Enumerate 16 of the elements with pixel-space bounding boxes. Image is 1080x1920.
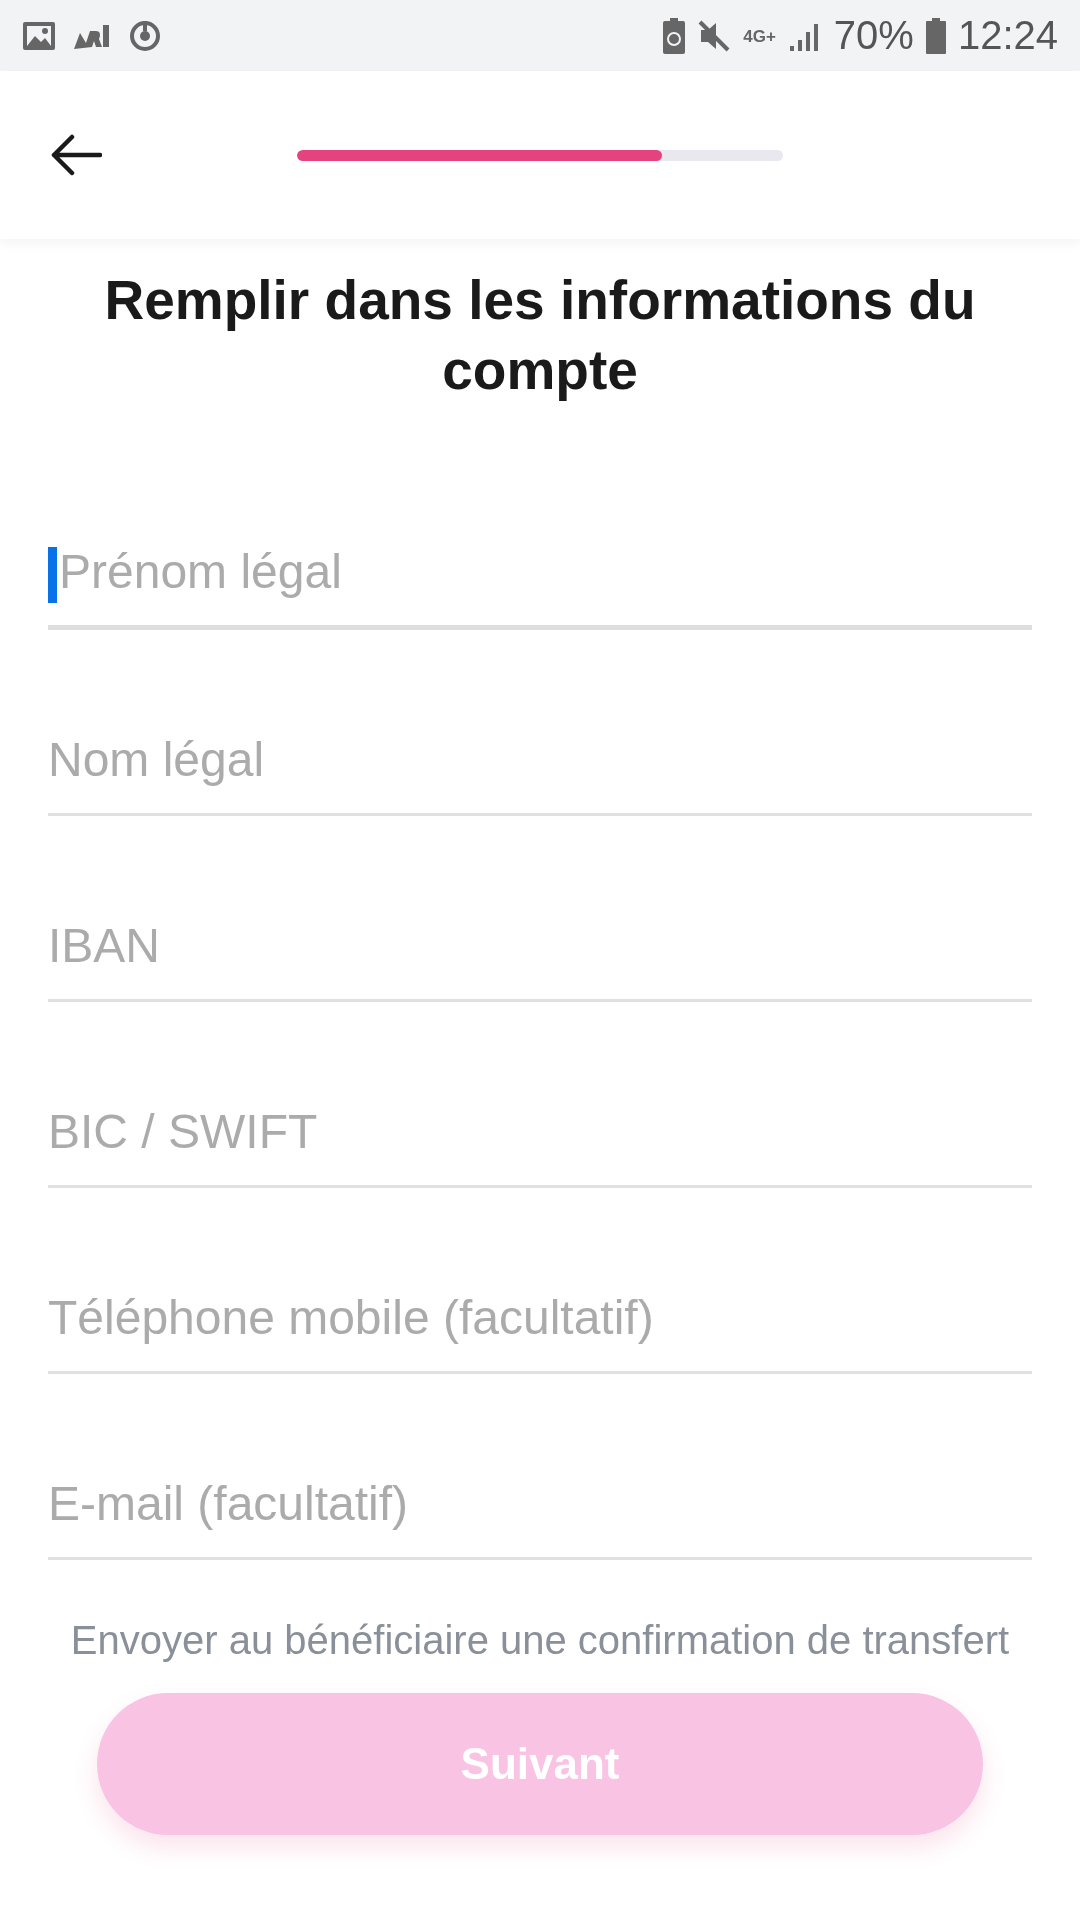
text-field[interactable]: Prénom légal [59, 544, 1032, 599]
battery-percent: 70% [833, 13, 914, 58]
mute-icon [697, 18, 732, 53]
clock: 12:24 [957, 13, 1058, 58]
text-field[interactable]: Nom légal [48, 732, 1032, 787]
text-field[interactable]: Téléphone mobile (facultatif) [48, 1290, 1032, 1345]
page-title: Remplir dans les informations du compte [103, 268, 977, 403]
text-field[interactable]: IBAN [48, 918, 1032, 973]
network-type: 4G+ [743, 27, 776, 47]
back-arrow-icon[interactable] [50, 134, 102, 176]
text-field[interactable]: E-mail (facultatif) [48, 1476, 1032, 1531]
image-icon [22, 20, 56, 51]
battery-saver-icon [663, 17, 686, 54]
text-field[interactable]: BIC / SWIFT [48, 1104, 1032, 1159]
hint-text: Envoyer au bénéficiaire une confirmation de transfert [69, 1618, 1011, 1663]
battery-icon [925, 17, 946, 54]
